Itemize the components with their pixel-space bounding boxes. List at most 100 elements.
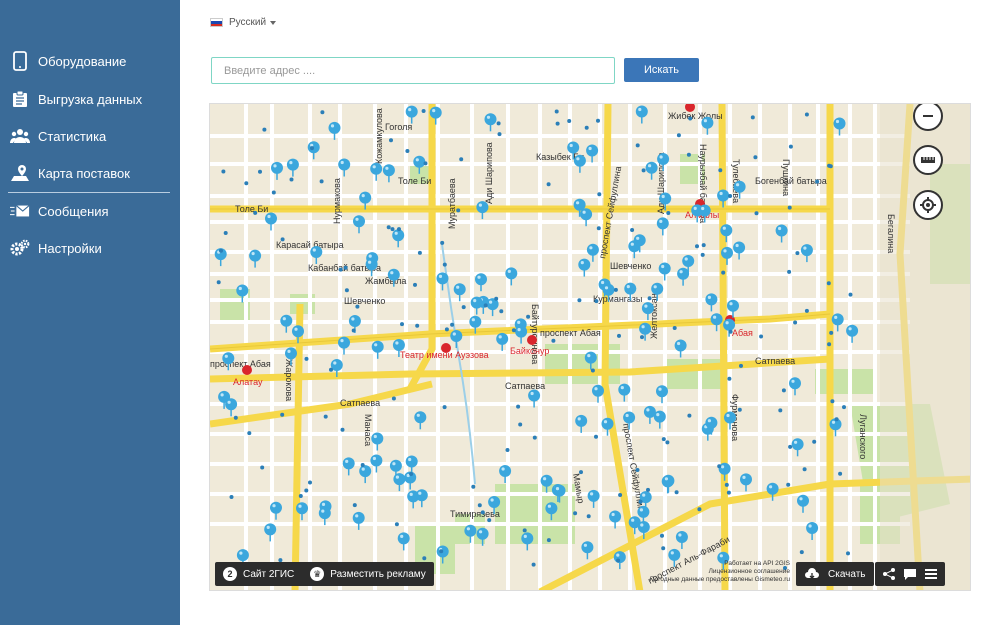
download-button[interactable]: Скачать [796,562,874,586]
map-marker-dot[interactable] [718,168,723,173]
map-marker-pin[interactable] [775,224,788,243]
map-marker-dot[interactable] [289,177,294,182]
map-marker-dot[interactable] [329,367,333,372]
map-marker-dot[interactable] [532,435,537,440]
map-marker-dot[interactable] [584,125,589,130]
map-marker-dot[interactable] [586,514,591,519]
map-marker-dot[interactable] [788,444,793,449]
map-marker-dot[interactable] [442,262,447,267]
map-marker-dot[interactable] [304,488,309,493]
ruler-button[interactable] [913,145,943,175]
map-marker-dot[interactable] [497,132,502,137]
map-marker-dot[interactable] [618,493,623,497]
map-marker-dot[interactable] [442,405,447,410]
map-marker-dot[interactable] [247,431,252,436]
map-marker-dot[interactable] [351,328,356,333]
sidebar-item-delivery-map[interactable]: Карта поставок [0,156,180,190]
map-marker-dot[interactable] [344,288,349,293]
sidebar-item-settings[interactable]: Настройки [0,231,180,265]
map-marker-pin[interactable] [677,267,690,286]
search-button[interactable]: Искать [624,58,699,82]
map-marker-pin[interactable] [800,244,813,263]
map-marker-dot[interactable] [440,240,445,245]
map-marker-dot[interactable] [320,110,325,115]
map-marker-dot[interactable] [641,168,646,173]
map-marker-dot[interactable] [262,127,267,132]
map-marker-dot[interactable] [494,296,499,301]
map-marker-dot[interactable] [304,356,309,361]
map-marker-pin[interactable] [393,473,406,492]
map-marker-dot[interactable] [688,116,693,121]
map-marker-dot[interactable] [646,487,650,492]
map-marker-pin[interactable] [265,212,277,231]
map-marker-dot[interactable] [389,138,393,143]
map-marker-pin[interactable] [846,324,859,343]
map-marker-dot[interactable] [799,550,804,555]
map-marker-pin[interactable] [717,189,730,208]
map-marker-dot[interactable] [721,270,726,275]
map-marker-pin[interactable] [370,454,383,473]
map-marker-pin[interactable] [225,398,238,417]
map-marker-dot[interactable] [842,405,846,410]
credit-weather[interactable]: Погодные данные предоставлены Gismeteo.r… [650,576,790,584]
map-marker-dot[interactable] [480,510,485,515]
map-marker-dot[interactable] [280,412,285,417]
map-marker-dot[interactable] [483,303,488,308]
map-marker-pin[interactable] [635,105,648,124]
map-marker-dot[interactable] [793,320,798,325]
map-marker-dot[interactable] [672,326,677,330]
map-marker-dot[interactable] [271,190,276,195]
map-marker-pin[interactable] [675,531,688,549]
map-marker-dot[interactable] [728,194,733,198]
map-marker-dot[interactable] [848,292,853,297]
map-marker-pin[interactable] [353,215,365,234]
sidebar-item-statistics[interactable]: Статистика [0,119,180,153]
map-marker-dot[interactable] [778,408,783,413]
map-marker-dot[interactable] [596,118,600,123]
map-marker-dot[interactable] [781,388,786,393]
map-marker-pin[interactable] [797,494,809,513]
map-marker-dot[interactable] [640,335,644,340]
map-marker-pin[interactable] [740,473,752,492]
map-marker-dot[interactable] [551,338,556,343]
map-marker-dot[interactable] [471,484,476,489]
map-marker-pin[interactable] [475,273,487,292]
map-marker-dot[interactable] [422,556,427,561]
map-marker-dot[interactable] [753,155,758,160]
map-marker-dot[interactable] [298,494,303,498]
map-marker-dot[interactable] [308,480,312,485]
menu-button[interactable] [921,562,941,586]
place-ad-link[interactable]: ♛ Разместить рекламу [302,562,434,586]
map-marker-pin[interactable] [476,201,489,220]
map-marker-pin[interactable] [415,489,428,508]
map-marker-dot[interactable] [830,399,835,404]
map-marker-pin[interactable] [833,117,846,136]
map-marker-dot[interactable] [421,109,426,113]
sidebar-item-messages[interactable]: Сообщения [0,194,180,228]
map-marker-pin[interactable] [310,246,323,264]
map-marker-pin[interactable] [484,113,497,132]
map-marker-dot[interactable] [233,415,238,420]
map-marker-pin[interactable] [352,511,365,530]
map-marker-dot[interactable] [310,146,314,151]
map-marker-dot[interactable] [229,495,234,499]
map-marker-pin[interactable] [414,411,427,430]
map-marker-dot[interactable] [676,133,681,138]
map-marker-dot[interactable] [355,304,360,309]
map-marker-dot[interactable] [674,490,679,495]
credit-api[interactable]: Работает на API 2GIS [650,560,790,568]
map-marker-dot[interactable] [511,328,516,333]
map-marker-pin[interactable] [515,325,528,344]
map-marker-dot[interactable] [400,322,404,327]
map-marker-dot[interactable] [739,363,743,368]
map-marker-dot[interactable] [661,437,666,442]
map-marker-dot[interactable] [390,227,395,232]
map-marker-dot[interactable] [613,287,618,292]
map-marker-dot[interactable] [750,115,755,120]
map-marker-dot[interactable] [737,407,742,412]
map-marker-dot[interactable] [405,149,410,153]
map-marker-dot[interactable] [340,427,345,432]
comment-button[interactable] [899,562,921,586]
map-marker-dot[interactable] [717,464,722,469]
sidebar-item-equipment[interactable]: Оборудование [0,44,180,78]
